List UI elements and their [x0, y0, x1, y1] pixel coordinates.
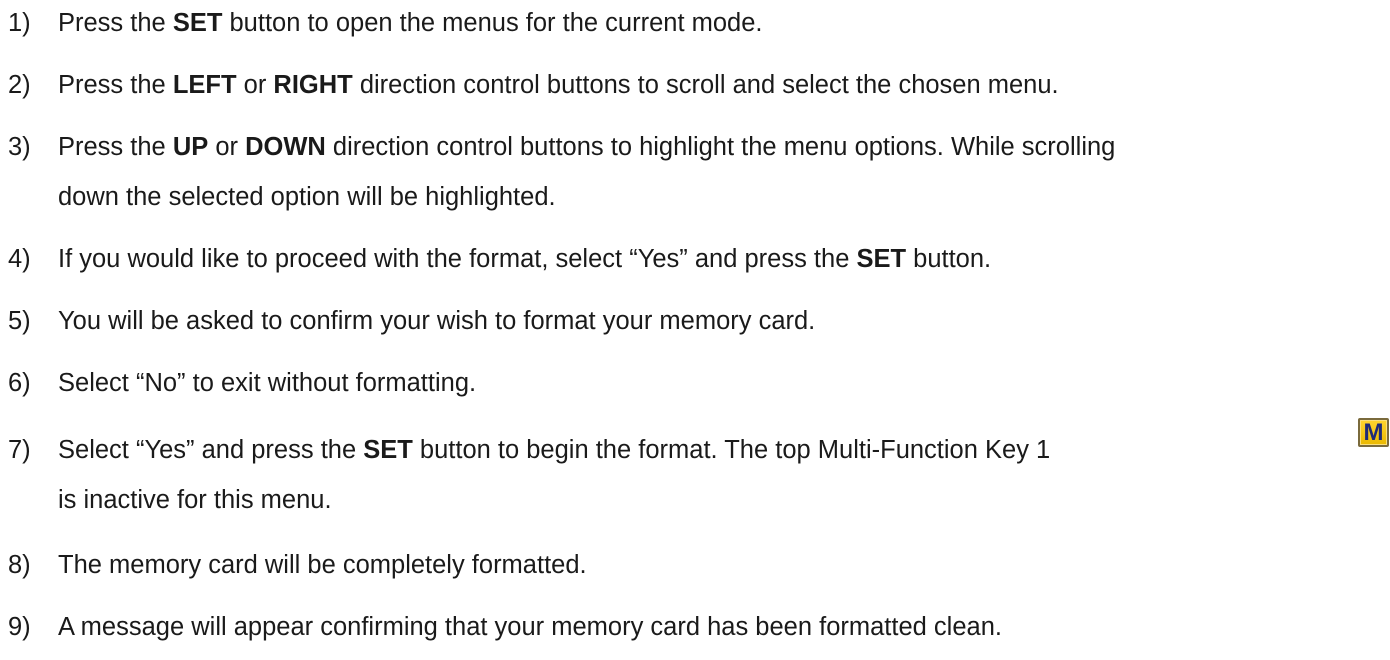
step-text: You will be asked to confirm your wish t…: [58, 307, 816, 335]
instruction-list: 1) Press the SET button to open the menu…: [0, 0, 1390, 660]
step-number: 7): [8, 436, 31, 464]
step-text: Press the UP or DOWN direction control b…: [58, 133, 1116, 161]
step-number: 9): [8, 613, 31, 641]
step-number: 2): [8, 71, 31, 99]
step-text-continued: is inactive for this menu.: [58, 486, 332, 514]
step-text: Select “No” to exit without formatting.: [58, 369, 477, 397]
step-number: 3): [8, 133, 31, 161]
step-number: 6): [8, 369, 31, 397]
step-number: 8): [8, 551, 31, 579]
step-number: 1): [8, 9, 31, 37]
m-key-icon: M: [1358, 418, 1389, 447]
step-number: 5): [8, 307, 31, 335]
step-text: A message will appear confirming that yo…: [58, 613, 1002, 641]
step-text: Select “Yes” and press the SET button to…: [58, 436, 1051, 464]
step-text: Press the LEFT or RIGHT direction contro…: [58, 71, 1059, 99]
step-number: 4): [8, 245, 31, 273]
step-text: The memory card will be completely forma…: [58, 551, 587, 579]
step-text: Press the SET button to open the menus f…: [58, 9, 763, 37]
step-text: If you would like to proceed with the fo…: [58, 245, 992, 273]
step-text-continued: down the selected option will be highlig…: [58, 183, 556, 211]
